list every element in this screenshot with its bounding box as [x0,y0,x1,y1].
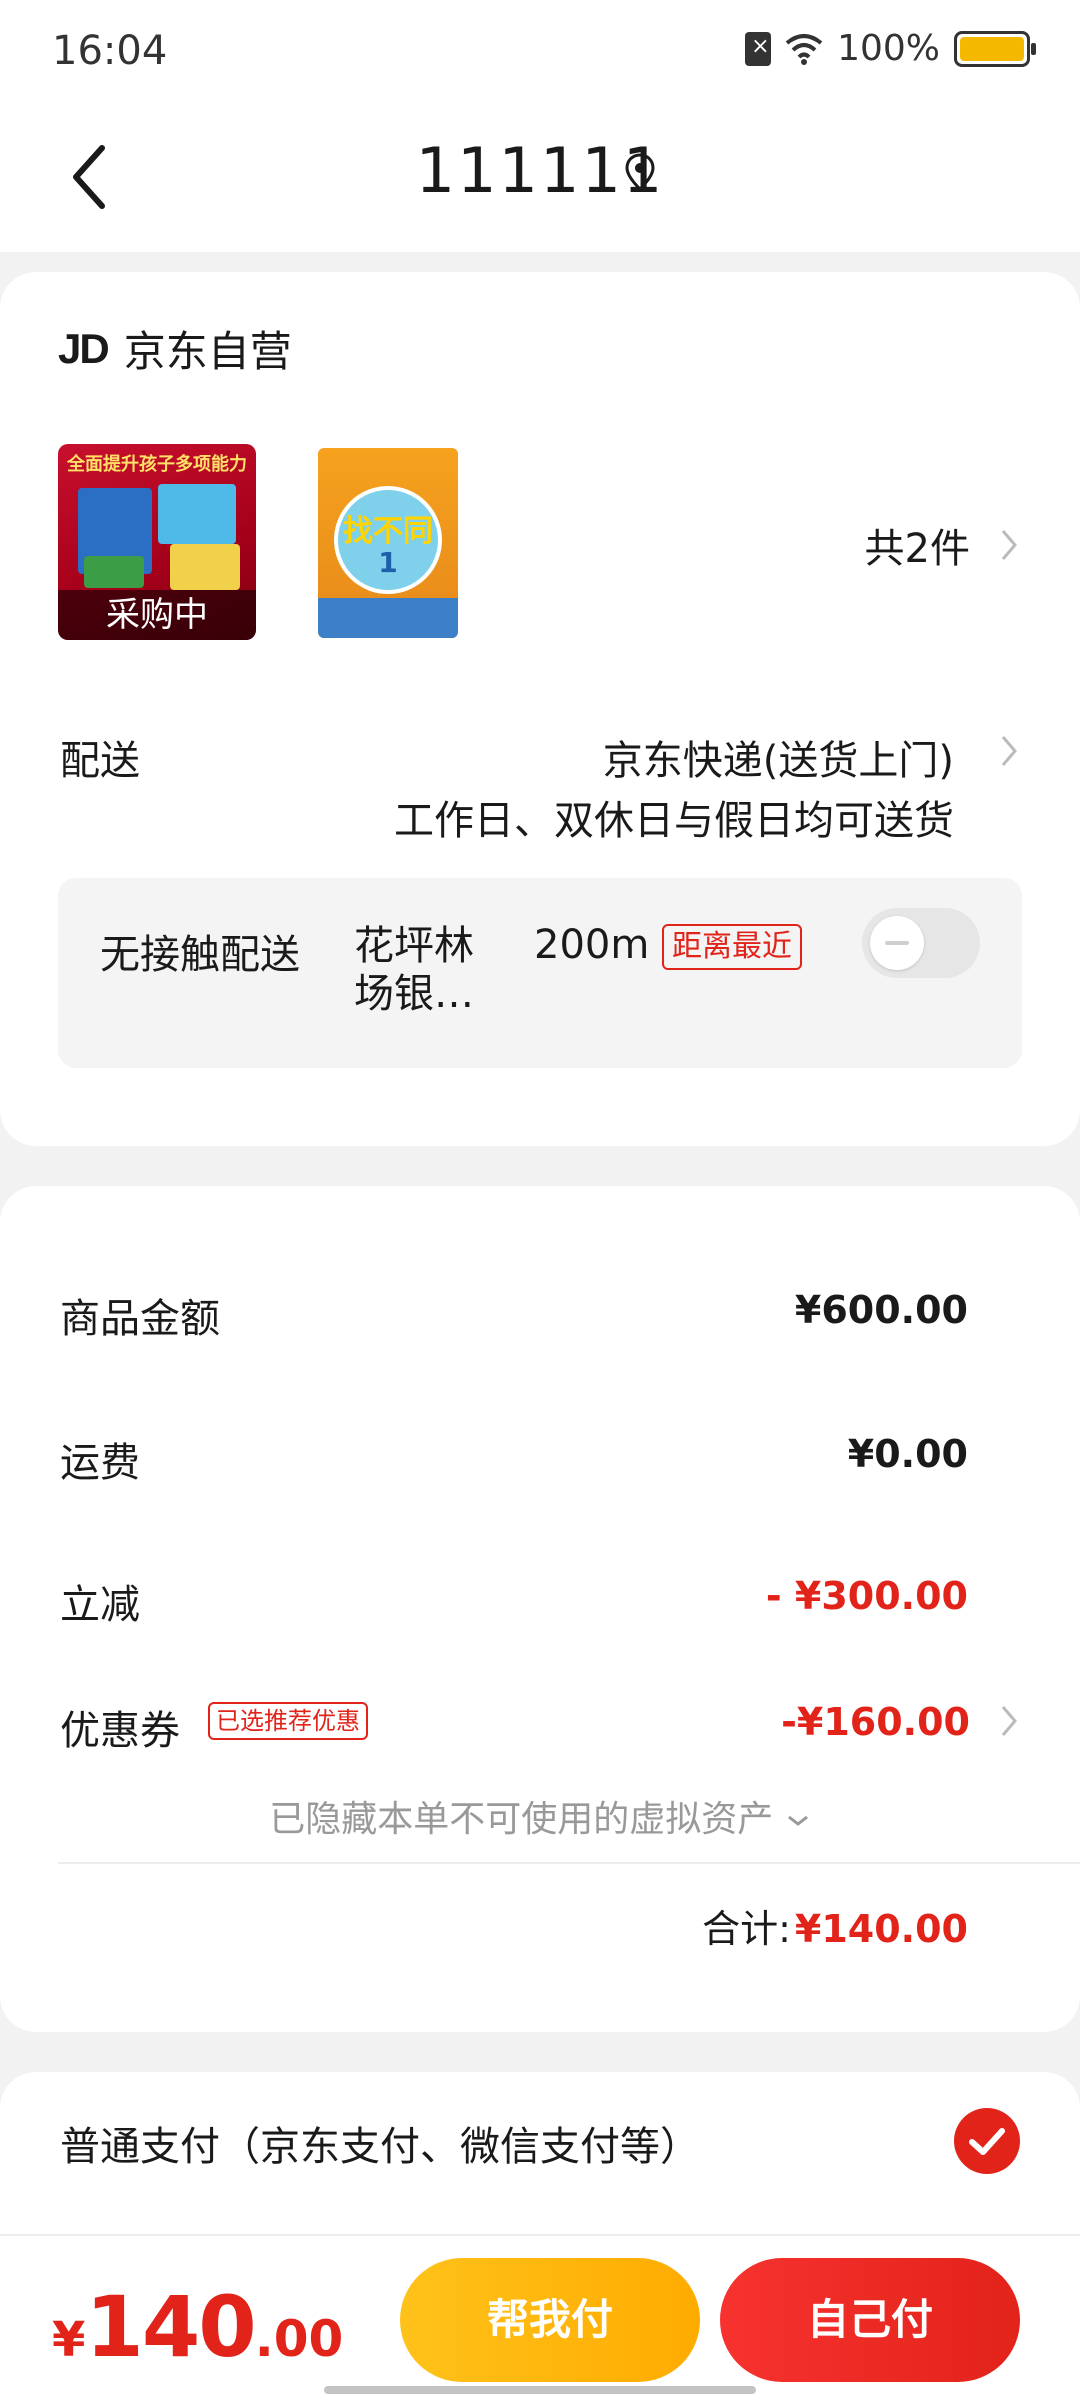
discount-label: 立减 [60,1582,140,1628]
product-status-label: 采购中 [58,590,256,640]
currency-symbol: ¥ [52,2312,86,2368]
product-thumbnail-1[interactable]: 全面提升孩子多项能力 采购中 [58,444,256,640]
order-card: JD 京东自营 全面提升孩子多项能力 采购中 找不同 1 共2件 配送 京东快递… [0,272,1080,1146]
chevron-right-icon[interactable] [1000,734,1018,768]
checkmark-icon[interactable] [954,2108,1020,2174]
total-row: 合计: ¥140.00 [702,1898,968,1953]
price-decimal: .00 [254,2310,344,2368]
home-indicator[interactable] [324,2386,756,2394]
nearest-badge: 距离最近 [662,924,802,970]
total-value: ¥140.00 [794,1907,968,1951]
sim-icon [745,31,772,66]
shipping-label: 运费 [60,1440,140,1486]
contactless-distance: 200m [534,922,650,968]
product-1-book-image [158,484,236,544]
total-label: 合计: [702,1907,791,1951]
product-2-number: 1 [378,546,398,579]
location-pin-icon[interactable] [624,152,656,192]
hidden-assets-toggle[interactable]: 已隐藏本单不可使用的虚拟资产 [0,1790,1080,1842]
delivery-method[interactable]: 京东快递(送货上门) [603,728,954,786]
contactless-label: 无接触配送 [100,932,300,978]
coupon-badge: 已选推荐优惠 [208,1702,368,1740]
pay-myself-button[interactable]: 自己付 [720,2258,1020,2382]
goods-amount-value: ¥600.00 [794,1288,968,1332]
shop-header: JD 京东自营 [58,318,292,379]
contactless-delivery-box: 无接触配送 花坪林场银… 200m 距离最近 [58,878,1022,1068]
status-bar: 16:04 100% [0,0,1080,100]
chevron-right-icon [1001,530,1017,560]
chevron-right-icon[interactable] [1000,1704,1018,1738]
product-1-book-image [84,556,144,588]
contactless-location: 花坪林场银… [354,923,474,1017]
battery-icon [954,30,1036,67]
product-1-headline: 全面提升孩子多项能力 [67,454,247,475]
toggle-knob [870,916,924,970]
chevron-down-icon [787,1815,808,1826]
product-thumbnail-2[interactable]: 找不同 1 [318,448,458,638]
coupon-value[interactable]: -¥160.00 [781,1700,970,1744]
delivery-note: 工作日、双休日与假日均可送货 [394,798,954,844]
status-time: 16:04 [52,28,168,74]
coupon-label: 优惠券 [60,1708,180,1754]
price-integer: 140 [85,2278,256,2376]
status-icons: 100% [745,28,1036,69]
product-2-title: 找不同 [343,514,433,549]
jd-logo: JD [58,324,110,372]
shop-name: 京东自营 [123,327,292,376]
header: 111111 [0,100,1080,252]
product-1-book-image [170,544,240,590]
wifi-icon [785,33,823,65]
discount-value: - ¥300.00 [765,1574,968,1618]
battery-percentage: 100% [837,28,940,69]
price-card: 商品金额 ¥600.00 运费 ¥0.00 立减 - ¥300.00 优惠券 已… [0,1186,1080,2032]
divider [58,1862,1080,1864]
item-count: 共2件 [864,526,970,572]
contactless-toggle[interactable] [862,908,980,978]
bottom-bar: ¥ 140 .00 帮我付 自己付 [0,2234,1080,2400]
delivery-label: 配送 [60,738,140,784]
shipping-value: ¥0.00 [847,1432,968,1476]
bottom-total-price: ¥ 140 .00 [52,2278,343,2376]
help-me-pay-button[interactable]: 帮我付 [400,2258,700,2382]
product-2-illustration [318,598,458,638]
hidden-assets-text: 已隐藏本单不可使用的虚拟资产 [269,1799,774,1840]
payment-method-label[interactable]: 普通支付（京东支付、微信支付等） [60,2114,700,2172]
goods-amount-label: 商品金额 [60,1296,220,1342]
item-count-row[interactable]: 共2件 [865,516,1018,574]
